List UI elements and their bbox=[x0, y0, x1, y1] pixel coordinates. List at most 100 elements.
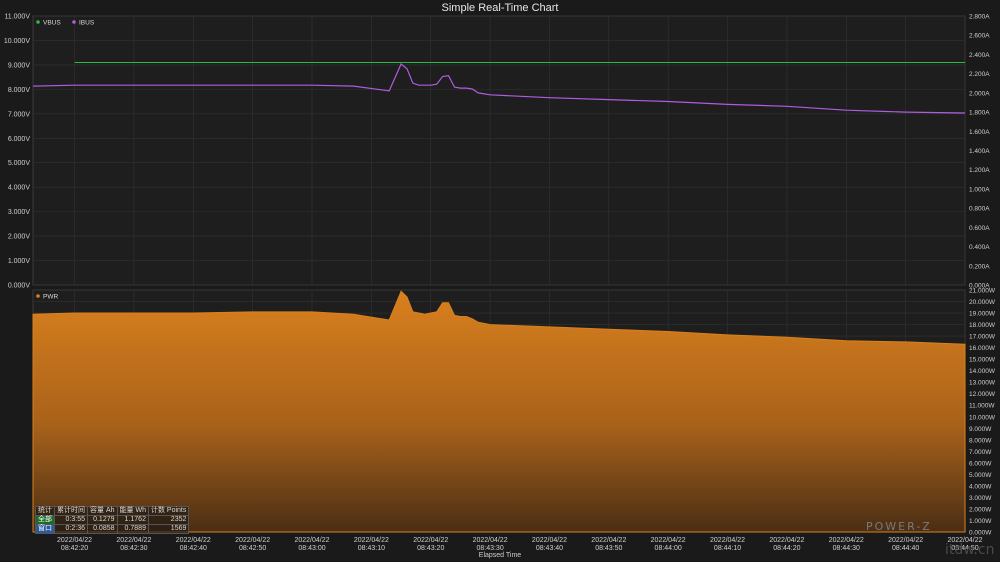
stats-header-cell: 能量 Wh bbox=[116, 506, 149, 516]
y-right-tick-label: 5.000W bbox=[969, 472, 992, 479]
y-right-tick-label: 2.400A bbox=[969, 52, 990, 59]
y-left-tick-label: 8.000V bbox=[8, 87, 31, 94]
top-plot-area bbox=[32, 15, 966, 286]
x-tick-date: 2022/04/22 bbox=[769, 537, 804, 544]
chart-canvas: 11.000V 10.000V 9.000V 8.000V 7.000V 6.000V 5.… bbox=[4, 14, 996, 553]
x-tick-time: 08:42:50 bbox=[239, 545, 266, 552]
stats-cell: 全部 bbox=[35, 515, 55, 525]
y-right-tick-label: 14.000W bbox=[969, 368, 996, 375]
legend-label: PWR bbox=[43, 294, 58, 301]
x-tick-time: 08:43:10 bbox=[358, 545, 385, 552]
x-tick-date: 2022/04/22 bbox=[710, 537, 745, 544]
y-left-tick-label: 7.000V bbox=[8, 111, 31, 118]
y-left-tick-label: 4.000V bbox=[8, 185, 31, 192]
y-right-tick-label: 9.000W bbox=[969, 426, 992, 433]
y-right-tick-label: 15.000W bbox=[969, 357, 996, 364]
y-right-tick-label: 0.200A bbox=[969, 263, 990, 270]
x-tick-time: 08:42:30 bbox=[120, 545, 147, 552]
stats-header-cell: 累计时间 bbox=[54, 506, 88, 516]
y-right-tick-label: 2.000A bbox=[969, 90, 990, 97]
y-right-tick-label: 18.000W bbox=[969, 322, 996, 329]
y-right-tick-label: 2.200A bbox=[969, 71, 990, 78]
y-right-tick-label: 20.000W bbox=[969, 299, 996, 306]
x-axis-title: Elapsed Time bbox=[478, 552, 522, 559]
y-left-tick-label: 10.000V bbox=[4, 38, 30, 45]
y-right-tick-label: 0.800A bbox=[969, 206, 990, 213]
y-left-tick-label: 0.000V bbox=[8, 283, 31, 290]
y-right-tick-label: 16.000W bbox=[969, 345, 996, 352]
x-tick-date: 2022/04/22 bbox=[354, 537, 389, 544]
y-left-tick-label: 5.000V bbox=[8, 160, 31, 167]
y-left-tick-label: 6.000V bbox=[8, 136, 31, 143]
x-tick-time: 08:44:40 bbox=[892, 545, 919, 552]
y-right-tick-label: 1.800A bbox=[969, 110, 990, 117]
stats-cell: 1569 bbox=[147, 524, 190, 534]
y-right-tick-label: 1.000A bbox=[969, 186, 990, 193]
x-tick-time: 08:44:00 bbox=[655, 545, 682, 552]
stats-row-window: 窗口 0:2:36 0.0858 0.7889 1569 bbox=[35, 524, 190, 534]
y-right-tick-label: 2.800A bbox=[969, 14, 990, 21]
legend-label: IBUS bbox=[79, 20, 95, 27]
power-z-logo: POWER-Z bbox=[866, 520, 932, 533]
stats-row-all: 全部 0:3:55 0.1279 1.1762 2352 bbox=[35, 515, 190, 525]
stats-cell: 2352 bbox=[147, 515, 190, 525]
y-right-tick-label: 11.000W bbox=[969, 403, 995, 410]
stats-header-row: 统计 累计时间 容量 Ah 能量 Wh 计数 Points bbox=[35, 506, 190, 516]
x-tick-time: 08:43:30 bbox=[476, 545, 503, 552]
y-right-tick-label: 7.000W bbox=[969, 449, 992, 456]
y-right-tick-label: 1.200A bbox=[969, 167, 990, 174]
stats-cell: 窗口 bbox=[35, 524, 55, 534]
x-tick-time: 08:44:10 bbox=[714, 545, 741, 552]
x-tick-date: 2022/04/22 bbox=[176, 537, 211, 544]
y-right-tick-label: 2.000W bbox=[969, 506, 992, 513]
x-tick-date: 2022/04/22 bbox=[591, 537, 626, 544]
x-tick-time: 08:43:00 bbox=[298, 545, 325, 552]
y-right-tick-label: 1.400A bbox=[969, 148, 990, 155]
stats-cell: 1.1762 bbox=[116, 515, 149, 525]
stats-cell: 0:2:36 bbox=[54, 524, 88, 534]
x-tick-time: 08:43:50 bbox=[595, 545, 622, 552]
y-right-tick-label: 19.000W bbox=[969, 311, 996, 318]
y-right-tick-label: 3.000W bbox=[969, 495, 992, 502]
legend-marker bbox=[36, 294, 40, 298]
stats-cell: 0.1279 bbox=[87, 515, 118, 525]
y-left-tick-label: 11.000V bbox=[4, 14, 30, 21]
y-right-tick-label: 2.600A bbox=[969, 33, 990, 40]
stats-header-cell: 容量 Ah bbox=[87, 506, 118, 516]
y-right-tick-label: 0.400A bbox=[969, 244, 990, 251]
x-tick-time: 08:43:40 bbox=[536, 545, 563, 552]
legend-label: VBUS bbox=[43, 20, 61, 27]
y-left-tick-label: 2.000V bbox=[8, 234, 31, 241]
x-tick-date: 2022/04/22 bbox=[57, 537, 92, 544]
stats-header-cell: 计数 Points bbox=[147, 506, 190, 516]
x-tick-date: 2022/04/22 bbox=[235, 537, 270, 544]
stats-cell: 0.0858 bbox=[87, 524, 118, 534]
y-right-tick-label: 8.000W bbox=[969, 437, 992, 444]
y-left-tick-label: 1.000V bbox=[8, 258, 31, 265]
x-tick-time: 08:42:20 bbox=[61, 545, 88, 552]
stats-table: 统计 累计时间 容量 Ah 能量 Wh 计数 Points 全部 0:3:55 … bbox=[35, 506, 190, 534]
stats-header-cell: 统计 bbox=[35, 506, 55, 516]
x-tick-time: 08:42:40 bbox=[180, 545, 207, 552]
y-left-tick-label: 3.000V bbox=[8, 209, 31, 216]
x-tick-date: 2022/04/22 bbox=[116, 537, 151, 544]
x-tick-date: 2022/04/22 bbox=[294, 537, 329, 544]
y-right-tick-label: 13.000W bbox=[969, 380, 996, 387]
y-right-tick-label: 0.000W bbox=[969, 530, 992, 537]
legend-marker bbox=[36, 20, 40, 24]
x-tick-date: 2022/04/22 bbox=[651, 537, 686, 544]
y-right-tick-label: 17.000W bbox=[969, 334, 996, 341]
y-left-tick-label: 9.000V bbox=[8, 62, 31, 69]
x-tick-date: 2022/04/22 bbox=[888, 537, 923, 544]
x-tick-date: 2022/04/22 bbox=[473, 537, 508, 544]
y-right-tick-label: 4.000W bbox=[969, 483, 992, 490]
y-right-tick-label: 1.000W bbox=[969, 518, 992, 525]
y-right-tick-label: 12.000W bbox=[969, 391, 996, 398]
x-tick-date: 2022/04/22 bbox=[829, 537, 864, 544]
y-right-tick-label: 1.600A bbox=[969, 129, 990, 136]
x-tick-date: 2022/04/22 bbox=[413, 537, 448, 544]
x-tick-date: 2022/04/22 bbox=[532, 537, 567, 544]
y-right-tick-label: 21.000W bbox=[969, 288, 996, 295]
watermark-text: itdw.cn bbox=[945, 542, 995, 558]
y-right-tick-label: 6.000W bbox=[969, 460, 992, 467]
